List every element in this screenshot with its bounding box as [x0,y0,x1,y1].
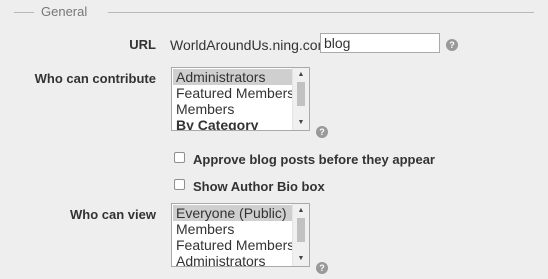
view-label: Who can view [70,207,156,222]
fieldset-legend: General [14,4,534,20]
view-option-members[interactable]: Members [173,221,292,237]
view-option-everyone[interactable]: Everyone (Public) [173,205,292,221]
contribute-help-icon[interactable]: ? [316,126,328,138]
url-label: URL [129,37,156,52]
url-prefix: WorldAroundUs.ning.com/ [170,37,334,53]
approve-posts-label[interactable]: Approve blog posts before they appear [193,152,435,167]
legend-divider-right [108,12,534,13]
scroll-up-icon[interactable]: ▲ [293,205,309,217]
view-scrollbar[interactable]: ▲ ▼ [292,204,309,266]
scroll-down-icon[interactable]: ▼ [293,253,309,265]
contribute-option-administrators[interactable]: Administrators [173,69,292,85]
author-bio-checkbox[interactable] [174,179,185,190]
legend-title: General [41,4,88,19]
scroll-thumb[interactable] [297,82,305,106]
contribute-label: Who can contribute [34,71,156,86]
contribute-listbox[interactable]: Administrators Featured Members Members … [171,67,310,131]
url-help-icon[interactable]: ? [446,39,458,51]
view-option-featured-members[interactable]: Featured Members [173,237,292,253]
url-slug-input[interactable] [320,33,440,53]
contribute-option-members[interactable]: Members [173,101,292,117]
contribute-scrollbar[interactable]: ▲ ▼ [292,68,309,130]
scroll-thumb[interactable] [297,218,305,242]
contribute-optgroup-by-category: By Category [176,117,259,131]
view-help-icon[interactable]: ? [316,262,328,274]
author-bio-label[interactable]: Show Author Bio box [193,179,325,194]
view-listbox[interactable]: Everyone (Public) Members Featured Membe… [171,203,310,267]
approve-posts-checkbox[interactable] [174,152,185,163]
scroll-up-icon[interactable]: ▲ [293,69,309,81]
view-option-administrators[interactable]: Administrators [173,253,292,266]
contribute-option-featured-members[interactable]: Featured Members [173,85,292,101]
scroll-down-icon[interactable]: ▼ [293,117,309,129]
legend-divider-left [14,12,34,13]
